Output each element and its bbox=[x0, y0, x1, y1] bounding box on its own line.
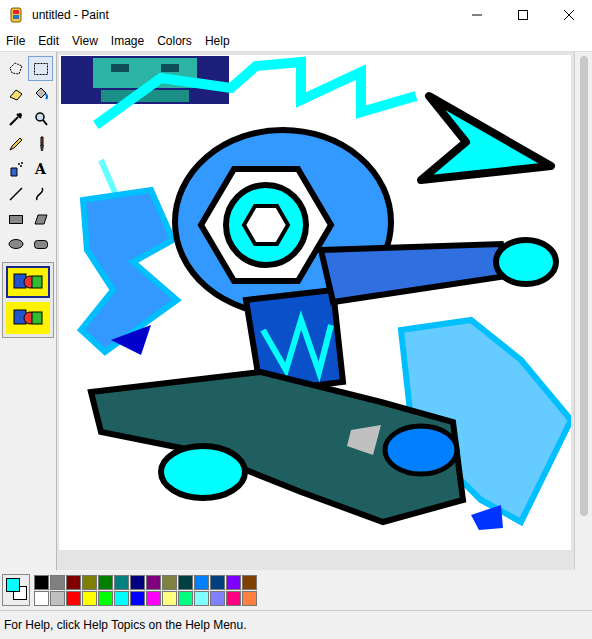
window-title: untitled - Paint bbox=[32, 8, 454, 22]
line-icon bbox=[7, 185, 25, 203]
maximize-icon bbox=[517, 9, 529, 21]
color-swatch[interactable] bbox=[178, 591, 193, 606]
minimize-button[interactable] bbox=[454, 0, 500, 30]
title-bar: untitled - Paint bbox=[0, 0, 592, 30]
color-swatch[interactable] bbox=[162, 591, 177, 606]
tool-button[interactable] bbox=[28, 131, 53, 156]
color-swatch[interactable] bbox=[242, 591, 257, 606]
text-tool-glyph: A bbox=[35, 161, 46, 177]
curve-icon bbox=[32, 185, 50, 203]
tool-button[interactable]: A bbox=[28, 156, 53, 181]
color-swatch[interactable] bbox=[82, 575, 97, 590]
picker-icon bbox=[7, 110, 25, 128]
tool-button[interactable] bbox=[28, 56, 53, 81]
canvas-area bbox=[57, 52, 592, 570]
color-swatch[interactable] bbox=[226, 591, 241, 606]
color-swatch[interactable] bbox=[178, 575, 193, 590]
transparency-option[interactable] bbox=[6, 302, 50, 334]
minimize-icon bbox=[471, 9, 483, 21]
vertical-scrollbar[interactable] bbox=[574, 52, 592, 570]
eraser-icon bbox=[7, 85, 25, 103]
color-palette bbox=[0, 570, 592, 610]
toolbox: A bbox=[0, 52, 57, 570]
tool-button[interactable] bbox=[3, 181, 28, 206]
tool-button[interactable] bbox=[3, 56, 28, 81]
foreground-color[interactable] bbox=[6, 578, 20, 592]
tool-options bbox=[2, 262, 54, 338]
color-swatch[interactable] bbox=[50, 591, 65, 606]
paint-window: untitled - Paint File Edit View Image Colors… bbox=[0, 0, 592, 639]
color-swatch[interactable] bbox=[146, 591, 161, 606]
fill-icon bbox=[32, 85, 50, 103]
scroll-thumb[interactable] bbox=[580, 56, 588, 516]
color-swatch[interactable] bbox=[210, 591, 225, 606]
status-bar: For Help, click Help Topics on the Help … bbox=[0, 610, 592, 639]
shapes-icon bbox=[10, 306, 46, 330]
color-swatch[interactable] bbox=[82, 591, 97, 606]
select-icon bbox=[32, 60, 50, 78]
color-swatch[interactable] bbox=[34, 591, 49, 606]
tool-button[interactable] bbox=[28, 231, 53, 256]
menu-item[interactable]: Image bbox=[111, 34, 144, 48]
rounded-rect-icon bbox=[32, 235, 50, 253]
shapes-icon bbox=[10, 270, 46, 294]
menu-bar: File Edit View Image Colors Help bbox=[0, 30, 592, 52]
color-swatch[interactable] bbox=[130, 591, 145, 606]
menu-item[interactable]: Edit bbox=[38, 34, 59, 48]
tool-button[interactable] bbox=[3, 81, 28, 106]
tool-button[interactable] bbox=[3, 156, 28, 181]
tool-button[interactable] bbox=[28, 81, 53, 106]
color-swatch[interactable] bbox=[34, 575, 49, 590]
magnifier-icon bbox=[32, 110, 50, 128]
menu-item[interactable]: Colors bbox=[157, 34, 192, 48]
color-swatch[interactable] bbox=[98, 591, 113, 606]
color-swatch[interactable] bbox=[242, 575, 257, 590]
tool-button[interactable] bbox=[3, 131, 28, 156]
color-swatch[interactable] bbox=[66, 575, 81, 590]
color-swatch[interactable] bbox=[114, 591, 129, 606]
status-text: For Help, click Help Topics on the Help … bbox=[4, 618, 247, 632]
color-swatch[interactable] bbox=[210, 575, 225, 590]
close-icon bbox=[563, 9, 575, 21]
color-swatch[interactable] bbox=[226, 575, 241, 590]
color-swatch[interactable] bbox=[50, 575, 65, 590]
tool-button[interactable] bbox=[3, 231, 28, 256]
drawing-canvas[interactable] bbox=[59, 55, 571, 550]
color-swatch[interactable] bbox=[114, 575, 129, 590]
color-swatch[interactable] bbox=[130, 575, 145, 590]
ellipse-icon bbox=[7, 235, 25, 253]
paint-app-icon bbox=[8, 7, 24, 23]
maximize-button[interactable] bbox=[500, 0, 546, 30]
menu-item[interactable]: Help bbox=[205, 34, 230, 48]
color-swatch[interactable] bbox=[98, 575, 113, 590]
color-swatch[interactable] bbox=[162, 575, 177, 590]
pencil-icon bbox=[7, 135, 25, 153]
rectangle-icon bbox=[7, 210, 25, 228]
tool-button[interactable] bbox=[28, 106, 53, 131]
menu-item[interactable]: View bbox=[72, 34, 98, 48]
tool-button[interactable] bbox=[3, 106, 28, 131]
menu-item[interactable]: File bbox=[6, 34, 25, 48]
current-colors[interactable] bbox=[2, 574, 30, 606]
tool-button[interactable] bbox=[28, 181, 53, 206]
color-swatch[interactable] bbox=[194, 591, 209, 606]
polygon-icon bbox=[32, 210, 50, 228]
tool-button[interactable] bbox=[3, 206, 28, 231]
transparency-option[interactable] bbox=[6, 266, 50, 298]
brush-icon bbox=[32, 135, 50, 153]
close-button[interactable] bbox=[546, 0, 592, 30]
free-select-icon bbox=[7, 60, 25, 78]
color-swatch[interactable] bbox=[146, 575, 161, 590]
tool-button[interactable] bbox=[28, 206, 53, 231]
color-swatch[interactable] bbox=[66, 591, 81, 606]
airbrush-icon bbox=[7, 160, 25, 178]
color-swatch[interactable] bbox=[194, 575, 209, 590]
